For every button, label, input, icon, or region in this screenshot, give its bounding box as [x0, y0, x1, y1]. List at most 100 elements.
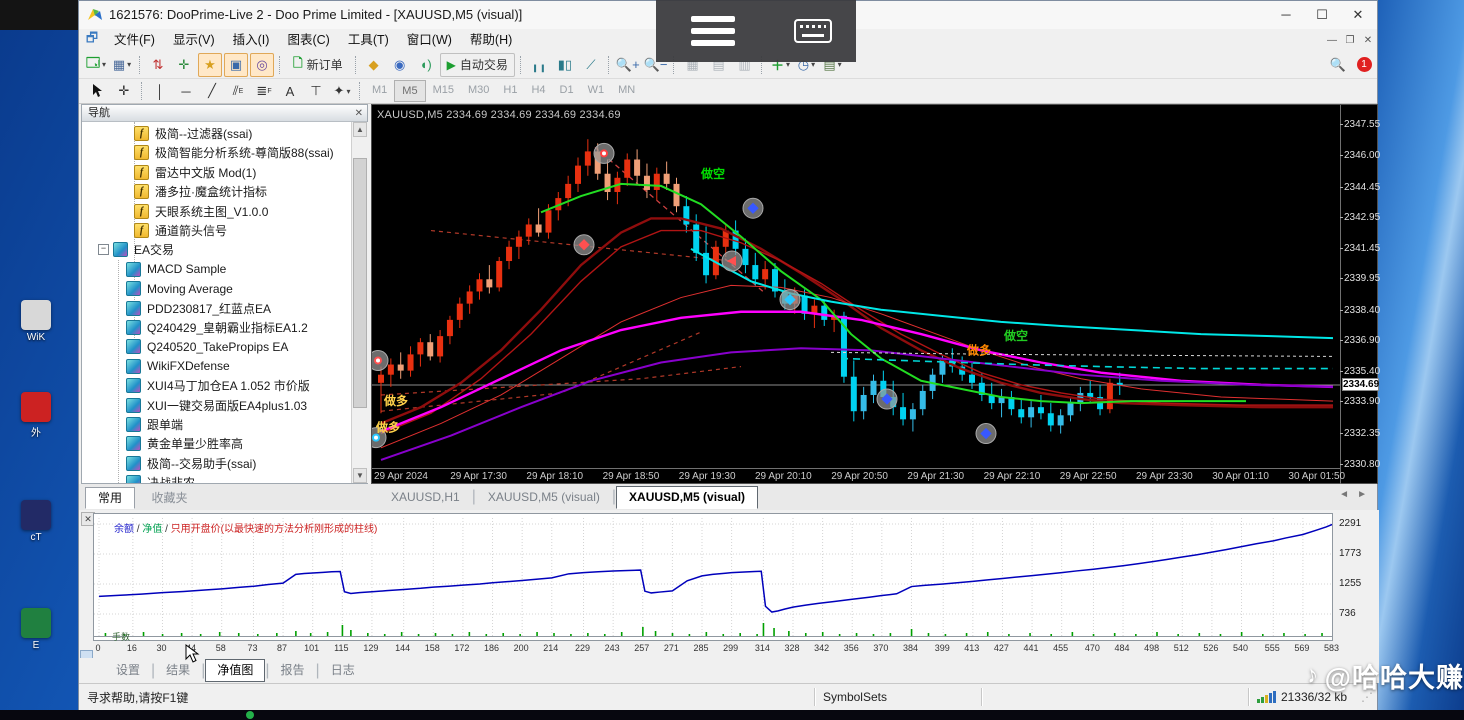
timeframe-H1[interactable]: H1: [496, 80, 524, 100]
timeframe-M1[interactable]: M1: [365, 80, 394, 100]
close-button[interactable]: ✕: [1341, 4, 1375, 26]
tree-item-indicator[interactable]: f雷达中文版 Mod(1): [82, 163, 350, 182]
hamburger-menu-icon[interactable]: [656, 16, 770, 46]
market-watch-button[interactable]: ⇅: [146, 53, 170, 77]
tester-tab-2[interactable]: 净值图: [205, 659, 265, 682]
timeframe-W1[interactable]: W1: [581, 80, 612, 100]
child-restore-button[interactable]: ❐: [1341, 35, 1359, 46]
scrollbar-thumb[interactable]: [353, 158, 367, 408]
expert-icon[interactable]: ◉: [388, 53, 412, 77]
menu-item[interactable]: 窗口(W): [398, 29, 461, 51]
search-icon[interactable]: 🔍: [1326, 53, 1350, 77]
status-symbolsets[interactable]: SymbolSets: [823, 690, 973, 704]
tree-item-expert[interactable]: XUI一键交易面版EA4plus1.03: [82, 396, 350, 415]
strategy-tester-button[interactable]: ◎: [250, 53, 274, 77]
menu-item[interactable]: 文件(F): [105, 29, 164, 51]
tree-item-indicator[interactable]: f极简--过滤器(ssai): [82, 124, 350, 143]
child-minimize-button[interactable]: —: [1323, 35, 1341, 46]
menu-item[interactable]: 工具(T): [339, 29, 398, 51]
navigator-tab-common[interactable]: 常用: [85, 487, 135, 509]
tree-item-indicator[interactable]: f潘多拉·魔盒统计指标: [82, 182, 350, 201]
tree-item-indicator[interactable]: f通道箭头信号: [82, 221, 350, 240]
profiles-button[interactable]: ▦▾: [110, 53, 134, 77]
desktop-icon-WiK[interactable]: WiK: [6, 300, 66, 343]
timeframe-M15[interactable]: M15: [426, 80, 461, 100]
chart-tab[interactable]: XAUUSD,M5 (visual): [476, 487, 612, 508]
label-tool[interactable]: ⊤: [304, 79, 328, 103]
data-window-button[interactable]: ✛: [172, 53, 196, 77]
desktop-icon-cT[interactable]: cT: [6, 500, 66, 543]
tester-tab-0[interactable]: 设置: [105, 660, 151, 681]
legend-balance: 余额: [114, 524, 134, 535]
hline-tool[interactable]: ─: [174, 79, 198, 103]
time-axis[interactable]: 29 Apr 202429 Apr 17:3029 Apr 18:1029 Ap…: [372, 468, 1340, 485]
scroll-up-icon[interactable]: ▲: [353, 122, 367, 137]
crosshair-tool[interactable]: ✛: [112, 79, 136, 103]
tree-item-expert[interactable]: Q240429_皇朝霸业指标EA1.2: [82, 318, 350, 337]
cursor-tool[interactable]: [86, 79, 110, 103]
vline-tool[interactable]: │: [148, 79, 172, 103]
tree-item-expert[interactable]: 跟单端: [82, 415, 350, 434]
terminal-button[interactable]: ▣: [224, 53, 248, 77]
timeframe-MN[interactable]: MN: [611, 80, 642, 100]
scroll-down-icon[interactable]: ▼: [353, 468, 367, 483]
tester-tab-3[interactable]: 报告: [270, 660, 316, 681]
navigator-tab-favorites[interactable]: 收藏夹: [139, 488, 199, 508]
timeframe-D1[interactable]: D1: [553, 80, 581, 100]
line-chart-button[interactable]: ⟋: [579, 53, 603, 77]
chart-tab[interactable]: XAUUSD,M5 (visual): [616, 486, 758, 509]
tree-item-expert[interactable]: 极简--交易助手(ssai): [82, 454, 350, 473]
watermark-text: @哈哈大赚: [1325, 656, 1464, 695]
timeframe-M5[interactable]: M5: [394, 80, 425, 102]
tree-item-indicator[interactable]: f天眼系统主图_V1.0.0: [82, 202, 350, 221]
tree-group-ea[interactable]: −EA交易: [82, 240, 350, 259]
navigator-button[interactable]: ★: [198, 53, 222, 77]
tree-item-expert[interactable]: Moving Average: [82, 279, 350, 298]
notifications-badge[interactable]: 1: [1352, 53, 1376, 77]
new-order-button[interactable]: 🗋新订单: [286, 53, 350, 77]
tree-item-expert[interactable]: WikiFXDefense: [82, 357, 350, 376]
child-close-button[interactable]: ✕: [1359, 35, 1377, 46]
tree-item-expert[interactable]: Q240520_TakePropips EA: [82, 337, 350, 356]
tree-item-indicator[interactable]: f极简智能分析系统-尊简版88(ssai): [82, 143, 350, 162]
tree-item-expert[interactable]: XUI4马丁加仓EA 1.052 市价版: [82, 376, 350, 395]
collapse-icon[interactable]: −: [98, 244, 109, 255]
trendline-tool[interactable]: ╱: [200, 79, 224, 103]
minimize-button[interactable]: ─: [1269, 4, 1303, 26]
menu-item[interactable]: 帮助(H): [461, 29, 521, 51]
tree-item-expert[interactable]: 决战非农: [82, 473, 350, 483]
channel-tool[interactable]: ⫽E: [226, 79, 250, 103]
tree-item-expert[interactable]: 黄金单量少胜率高: [82, 434, 350, 453]
tree-item-expert[interactable]: MACD Sample: [82, 260, 350, 279]
bar-chart-button[interactable]: ╻╻: [527, 53, 551, 77]
timeframe-H4[interactable]: H4: [524, 80, 552, 100]
desktop-icon-外[interactable]: 外: [6, 392, 66, 439]
price-axis[interactable]: 2347.552346.002344.452342.952341.452339.…: [1340, 105, 1378, 484]
navigator-close-icon[interactable]: ✕: [355, 105, 363, 122]
menu-item[interactable]: 显示(V): [164, 29, 224, 51]
taskbar-app-icon[interactable]: [246, 711, 254, 719]
main-chart-plot[interactable]: 做空做空做多做多做多: [372, 105, 1340, 468]
tab-scroll-left-icon[interactable]: ◄: [1339, 489, 1349, 500]
signals-icon[interactable]: ◖): [414, 53, 438, 77]
navigator-scrollbar[interactable]: ▲ ▼: [351, 122, 368, 483]
candle-chart-button[interactable]: ▮▯: [553, 53, 577, 77]
zoom-in-button[interactable]: 🔍+: [615, 53, 641, 77]
timeframe-M30[interactable]: M30: [461, 80, 496, 100]
script-icon[interactable]: ◆: [362, 53, 386, 77]
menu-item[interactable]: 图表(C): [278, 29, 338, 51]
text-tool[interactable]: A: [278, 79, 302, 103]
fibonacci-tool[interactable]: ≣F: [252, 79, 276, 103]
menu-item[interactable]: 插入(I): [224, 29, 279, 51]
tester-graph[interactable]: 余额 / 净值 / 只用开盘价(以最快速的方法分析刚形成的柱线) 手数: [93, 513, 1333, 641]
tab-scroll-right-icon[interactable]: ►: [1357, 489, 1367, 500]
keyboard-icon[interactable]: [770, 17, 856, 45]
autotrading-button[interactable]: ▶自动交易: [440, 53, 515, 77]
maximize-button[interactable]: ☐: [1305, 4, 1339, 26]
chart-tab[interactable]: XAUUSD,H1: [379, 487, 472, 508]
tester-tab-4[interactable]: 日志: [320, 660, 366, 681]
new-chart-button[interactable]: 🗔▾: [84, 53, 108, 77]
tree-item-expert[interactable]: PDD230817_红蓝点EA: [82, 299, 350, 318]
desktop-icon-E[interactable]: E: [6, 608, 66, 651]
shapes-tool[interactable]: ✦▾: [330, 79, 354, 103]
